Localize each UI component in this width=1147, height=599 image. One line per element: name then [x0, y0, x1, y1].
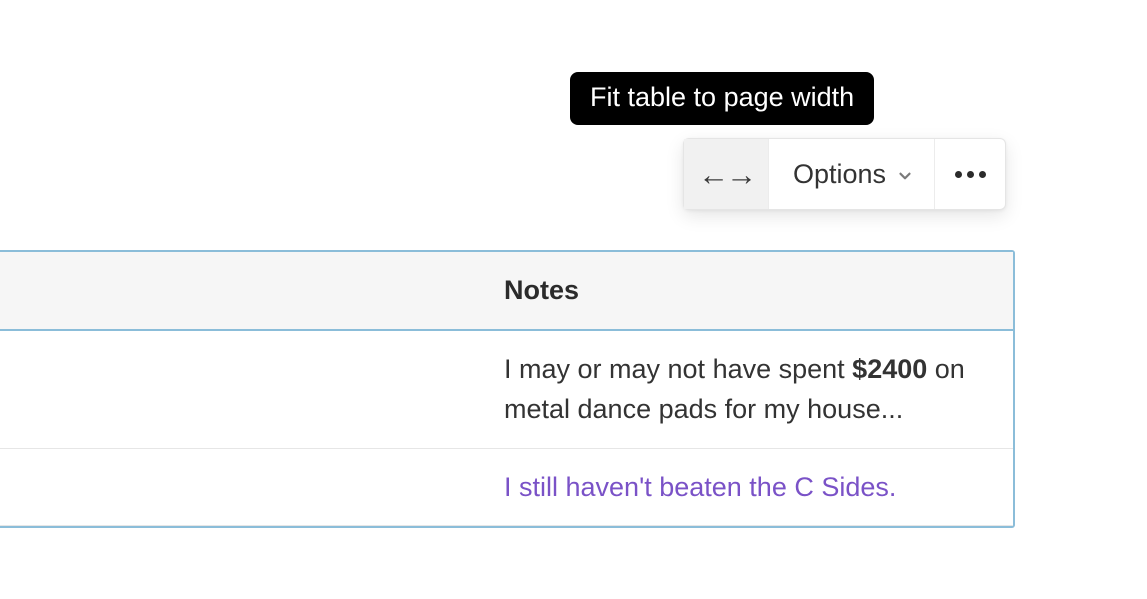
tooltip-text: Fit table to page width	[590, 82, 854, 112]
chevron-down-icon	[896, 167, 914, 185]
cell-type[interactable]: ythm	[0, 330, 478, 449]
fit-width-button[interactable]: ←→	[684, 139, 769, 209]
more-icon	[955, 171, 986, 178]
cell-type[interactable]: atformer	[0, 448, 478, 526]
table-header-row: pe Notes	[0, 252, 1013, 330]
table-row: ythm I may or may not have spent $2400 o…	[0, 330, 1013, 449]
column-header-type[interactable]: pe	[0, 252, 478, 330]
options-label: Options	[793, 159, 886, 190]
more-options-button[interactable]	[935, 139, 1005, 209]
table-row: atformer I still haven't beaten the C Si…	[0, 448, 1013, 526]
data-table: pe Notes ythm I may or may not have spen…	[0, 250, 1015, 528]
notes-link[interactable]: I still haven't beaten the C Sides.	[504, 472, 896, 502]
options-dropdown[interactable]: Options	[769, 139, 935, 209]
horizontal-arrows-icon: ←→	[698, 159, 754, 190]
cell-notes[interactable]: I still haven't beaten the C Sides.	[478, 448, 1013, 526]
column-header-notes[interactable]: Notes	[478, 252, 1013, 330]
table-toolbar: ←→ Options	[683, 138, 1006, 210]
cell-notes[interactable]: I may or may not have spent $2400 on met…	[478, 330, 1013, 449]
tooltip-fit-width: Fit table to page width	[570, 72, 874, 125]
